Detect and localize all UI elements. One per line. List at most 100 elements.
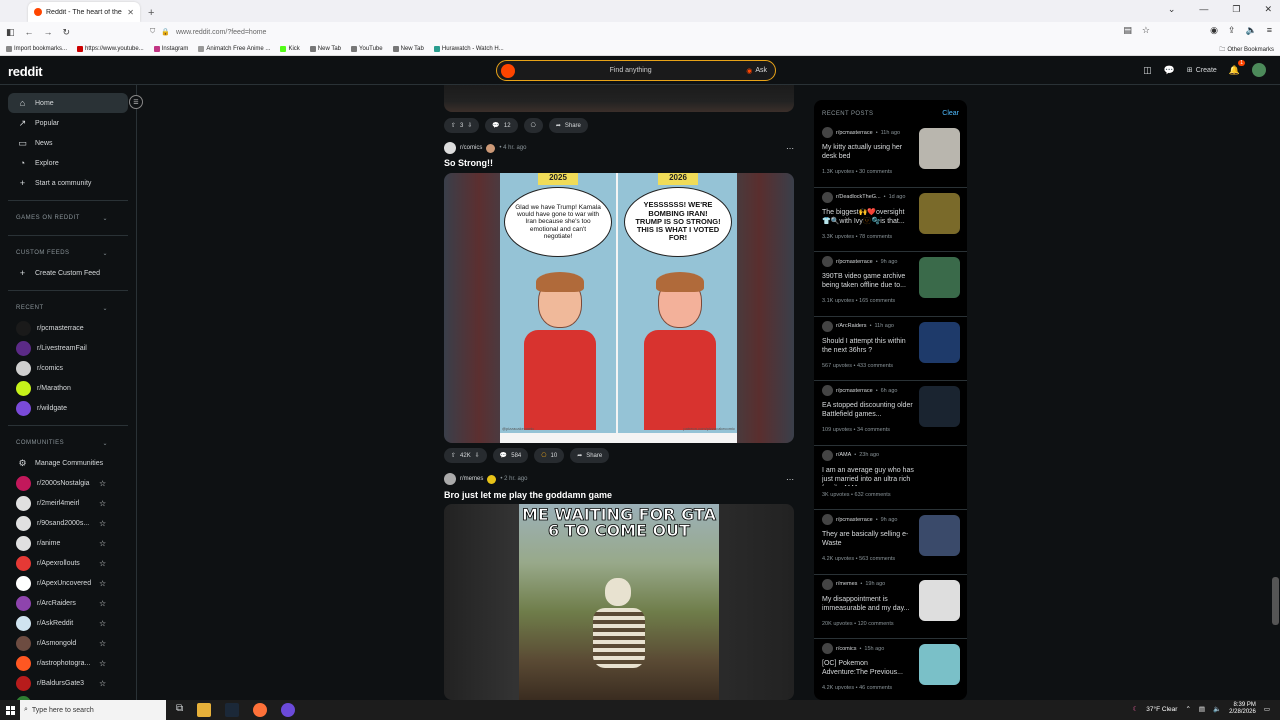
more-options-icon[interactable]: ⋯: [786, 475, 794, 484]
community-item[interactable]: r/battlestations☆: [0, 693, 136, 700]
upvote-icon[interactable]: ⇧: [451, 122, 456, 129]
recent-post-item[interactable]: r/comics • 15h ago [OC] Pokemon Adventure:T…: [814, 639, 967, 700]
maximize-icon[interactable]: ❐: [1232, 4, 1240, 15]
recent-post-subreddit[interactable]: r/comics • 15h ago: [822, 643, 884, 654]
recent-post-title[interactable]: [OC] Pokemon Adventure:The Previous...: [822, 659, 914, 679]
comments-button[interactable]: 💬 584: [492, 448, 529, 463]
sidebar-item-explore[interactable]: ◔ Explore: [0, 153, 128, 173]
recent-post-thumbnail[interactable]: [919, 515, 960, 556]
network-icon[interactable]: ▤: [1199, 705, 1205, 713]
bookmark-item[interactable]: YouTube: [351, 45, 383, 52]
bookmark-item[interactable]: Hurawatch - Watch H...: [433, 45, 504, 52]
community-item[interactable]: r/ApexUncovered ☆: [0, 573, 136, 593]
reader-view-icon[interactable]: ▤: [1123, 25, 1132, 36]
post-image[interactable]: 2025 Glad we have Trump! Kamala would ha…: [444, 173, 794, 443]
bookmark-item[interactable]: https://www.youtube...: [77, 45, 144, 52]
favorite-star-icon[interactable]: ☆: [99, 579, 106, 588]
app-icon[interactable]: [281, 703, 296, 717]
recent-community-item[interactable]: r/wildgate: [0, 398, 136, 418]
create-button[interactable]: ⊞ Create: [1187, 66, 1217, 75]
subreddit-avatar[interactable]: [444, 473, 456, 485]
ask-button[interactable]: ◉ Ask: [746, 67, 771, 75]
weather-text[interactable]: 37°F Clear: [1146, 706, 1177, 713]
subreddit-avatar[interactable]: [444, 142, 456, 154]
recent-post-thumbnail[interactable]: [919, 192, 960, 234]
search-bar[interactable]: Find anything ◉ Ask: [496, 60, 776, 81]
bookmark-item[interactable]: Import bookmarks...: [6, 45, 67, 52]
community-item[interactable]: r/BaldursGate3 ☆: [0, 673, 136, 693]
recent-post-thumbnail[interactable]: [919, 321, 960, 363]
share-button[interactable]: ➦ Share: [548, 118, 588, 133]
favorite-star-icon[interactable]: ☆: [99, 479, 106, 488]
sidebar-item-start-community[interactable]: + Start a community: [0, 173, 128, 193]
favorite-star-icon[interactable]: ☆: [99, 499, 106, 508]
share-button[interactable]: ➦ Share: [570, 448, 610, 463]
recent-post-item[interactable]: r/pcmasterrace • 9h ago 390TB video game ar…: [814, 252, 967, 317]
sidebar-item-news[interactable]: ▭ News: [0, 133, 128, 153]
forward-icon[interactable]: →: [44, 27, 53, 37]
favorite-star-icon[interactable]: ☆: [99, 659, 106, 668]
subreddit-link[interactable]: r/comics: [460, 145, 482, 151]
sidebar-item-popular[interactable]: ↗ Popular: [0, 113, 128, 133]
previous-post-image[interactable]: [444, 85, 794, 112]
user-avatar[interactable]: [1252, 63, 1266, 77]
recent-post-title[interactable]: My disappointment is immeasurable and my…: [822, 595, 914, 615]
communities-section-header[interactable]: COMMUNITIES ⌄: [0, 433, 136, 453]
recent-community-item[interactable]: r/LivestreamFail: [0, 338, 136, 358]
search-input[interactable]: Find anything: [515, 67, 746, 74]
recent-post-subreddit[interactable]: r/pcmasterrace • 9h ago: [822, 256, 897, 267]
tab-list-icon[interactable]: ⌄: [1168, 4, 1176, 15]
back-icon[interactable]: ←: [25, 27, 34, 37]
recent-community-item[interactable]: r/pcmasterrace: [0, 318, 136, 338]
recent-section-header[interactable]: RECENT ⌄: [0, 298, 136, 318]
favorite-star-icon[interactable]: ☆: [99, 679, 106, 688]
recent-post-item[interactable]: r/DeadlockTheG... • 1d ago The biggest🙌❤️ov…: [814, 188, 967, 252]
reddit-logo[interactable]: reddit: [8, 64, 43, 79]
recent-post-item[interactable]: r/memes • 19h ago My disappointment is imme…: [814, 575, 967, 639]
favorite-star-icon[interactable]: ☆: [99, 639, 106, 648]
upvote-icon[interactable]: ⇧: [451, 452, 456, 459]
bookmark-item[interactable]: Animatch Free Anime ...: [198, 45, 270, 52]
community-item[interactable]: r/AskReddit ☆: [0, 613, 136, 633]
firefox-icon[interactable]: [253, 703, 268, 717]
recent-post-title[interactable]: 390TB video game archive being taken off…: [822, 272, 914, 292]
tray-overflow-icon[interactable]: ⌃: [1185, 705, 1190, 713]
favorite-star-icon[interactable]: ☆: [99, 539, 106, 548]
close-tab-icon[interactable]: ✕: [127, 8, 134, 17]
recent-post-thumbnail[interactable]: [919, 386, 960, 427]
community-item[interactable]: r/Apexrollouts ☆: [0, 553, 136, 573]
recent-post-subreddit[interactable]: r/pcmasterrace • 11h ago: [822, 127, 900, 138]
close-window-icon[interactable]: ✕: [1264, 4, 1272, 15]
favorite-star-icon[interactable]: ☆: [99, 559, 106, 568]
bookmark-item[interactable]: New Tab: [309, 45, 341, 52]
favorite-star-icon[interactable]: ☆: [99, 599, 106, 608]
other-bookmarks[interactable]: 🗀 Other Bookmarks: [1219, 45, 1274, 55]
file-explorer-icon[interactable]: [197, 703, 212, 717]
bookmark-star-icon[interactable]: ☆: [1142, 25, 1150, 36]
recent-post-title[interactable]: My kitty actually using her desk bed: [822, 143, 914, 163]
recent-post-subreddit[interactable]: r/pcmasterrace • 9h ago: [822, 514, 897, 525]
advertise-icon[interactable]: ◫: [1143, 65, 1152, 76]
recent-post-item[interactable]: r/pcmasterrace • 6h ago EA stopped discount…: [814, 381, 967, 446]
recent-post-subreddit[interactable]: r/memes • 19h ago: [822, 578, 885, 590]
recent-post-thumbnail[interactable]: [919, 644, 960, 685]
create-custom-feed[interactable]: + Create Custom Feed: [0, 263, 128, 283]
more-options-icon[interactable]: ⋯: [786, 144, 794, 153]
menu-icon[interactable]: ≡: [1267, 25, 1272, 36]
community-item[interactable]: r/2000sNostalgia ☆: [0, 473, 136, 493]
recent-post-title[interactable]: EA stopped discounting older Battlefield…: [822, 401, 914, 421]
recent-post-subreddit[interactable]: r/pcmasterrace • 6h ago: [822, 385, 897, 396]
community-item[interactable]: r/Asmongold ☆: [0, 633, 136, 653]
recent-post-item[interactable]: r/AMA • 23h ago I am an average guy who has…: [814, 446, 967, 510]
clock[interactable]: 8:39 PM 2/28/2026: [1229, 702, 1256, 716]
reload-icon[interactable]: ↻: [63, 27, 71, 38]
volume-icon[interactable]: 🔈: [1246, 25, 1257, 36]
recent-post-thumbnail[interactable]: [919, 128, 960, 169]
recent-community-item[interactable]: r/Marathon: [0, 378, 136, 398]
bookmark-item[interactable]: New Tab: [392, 45, 424, 52]
notifications-icon[interactable]: ▭: [1264, 705, 1270, 713]
start-button[interactable]: [0, 700, 20, 720]
browser-tab-reddit[interactable]: Reddit - The heart of the intern ✕: [28, 2, 140, 22]
vote-control[interactable]: ⇧ 42K ⇩: [444, 448, 487, 463]
post-title[interactable]: Bro just let me play the goddamn game: [444, 490, 612, 500]
